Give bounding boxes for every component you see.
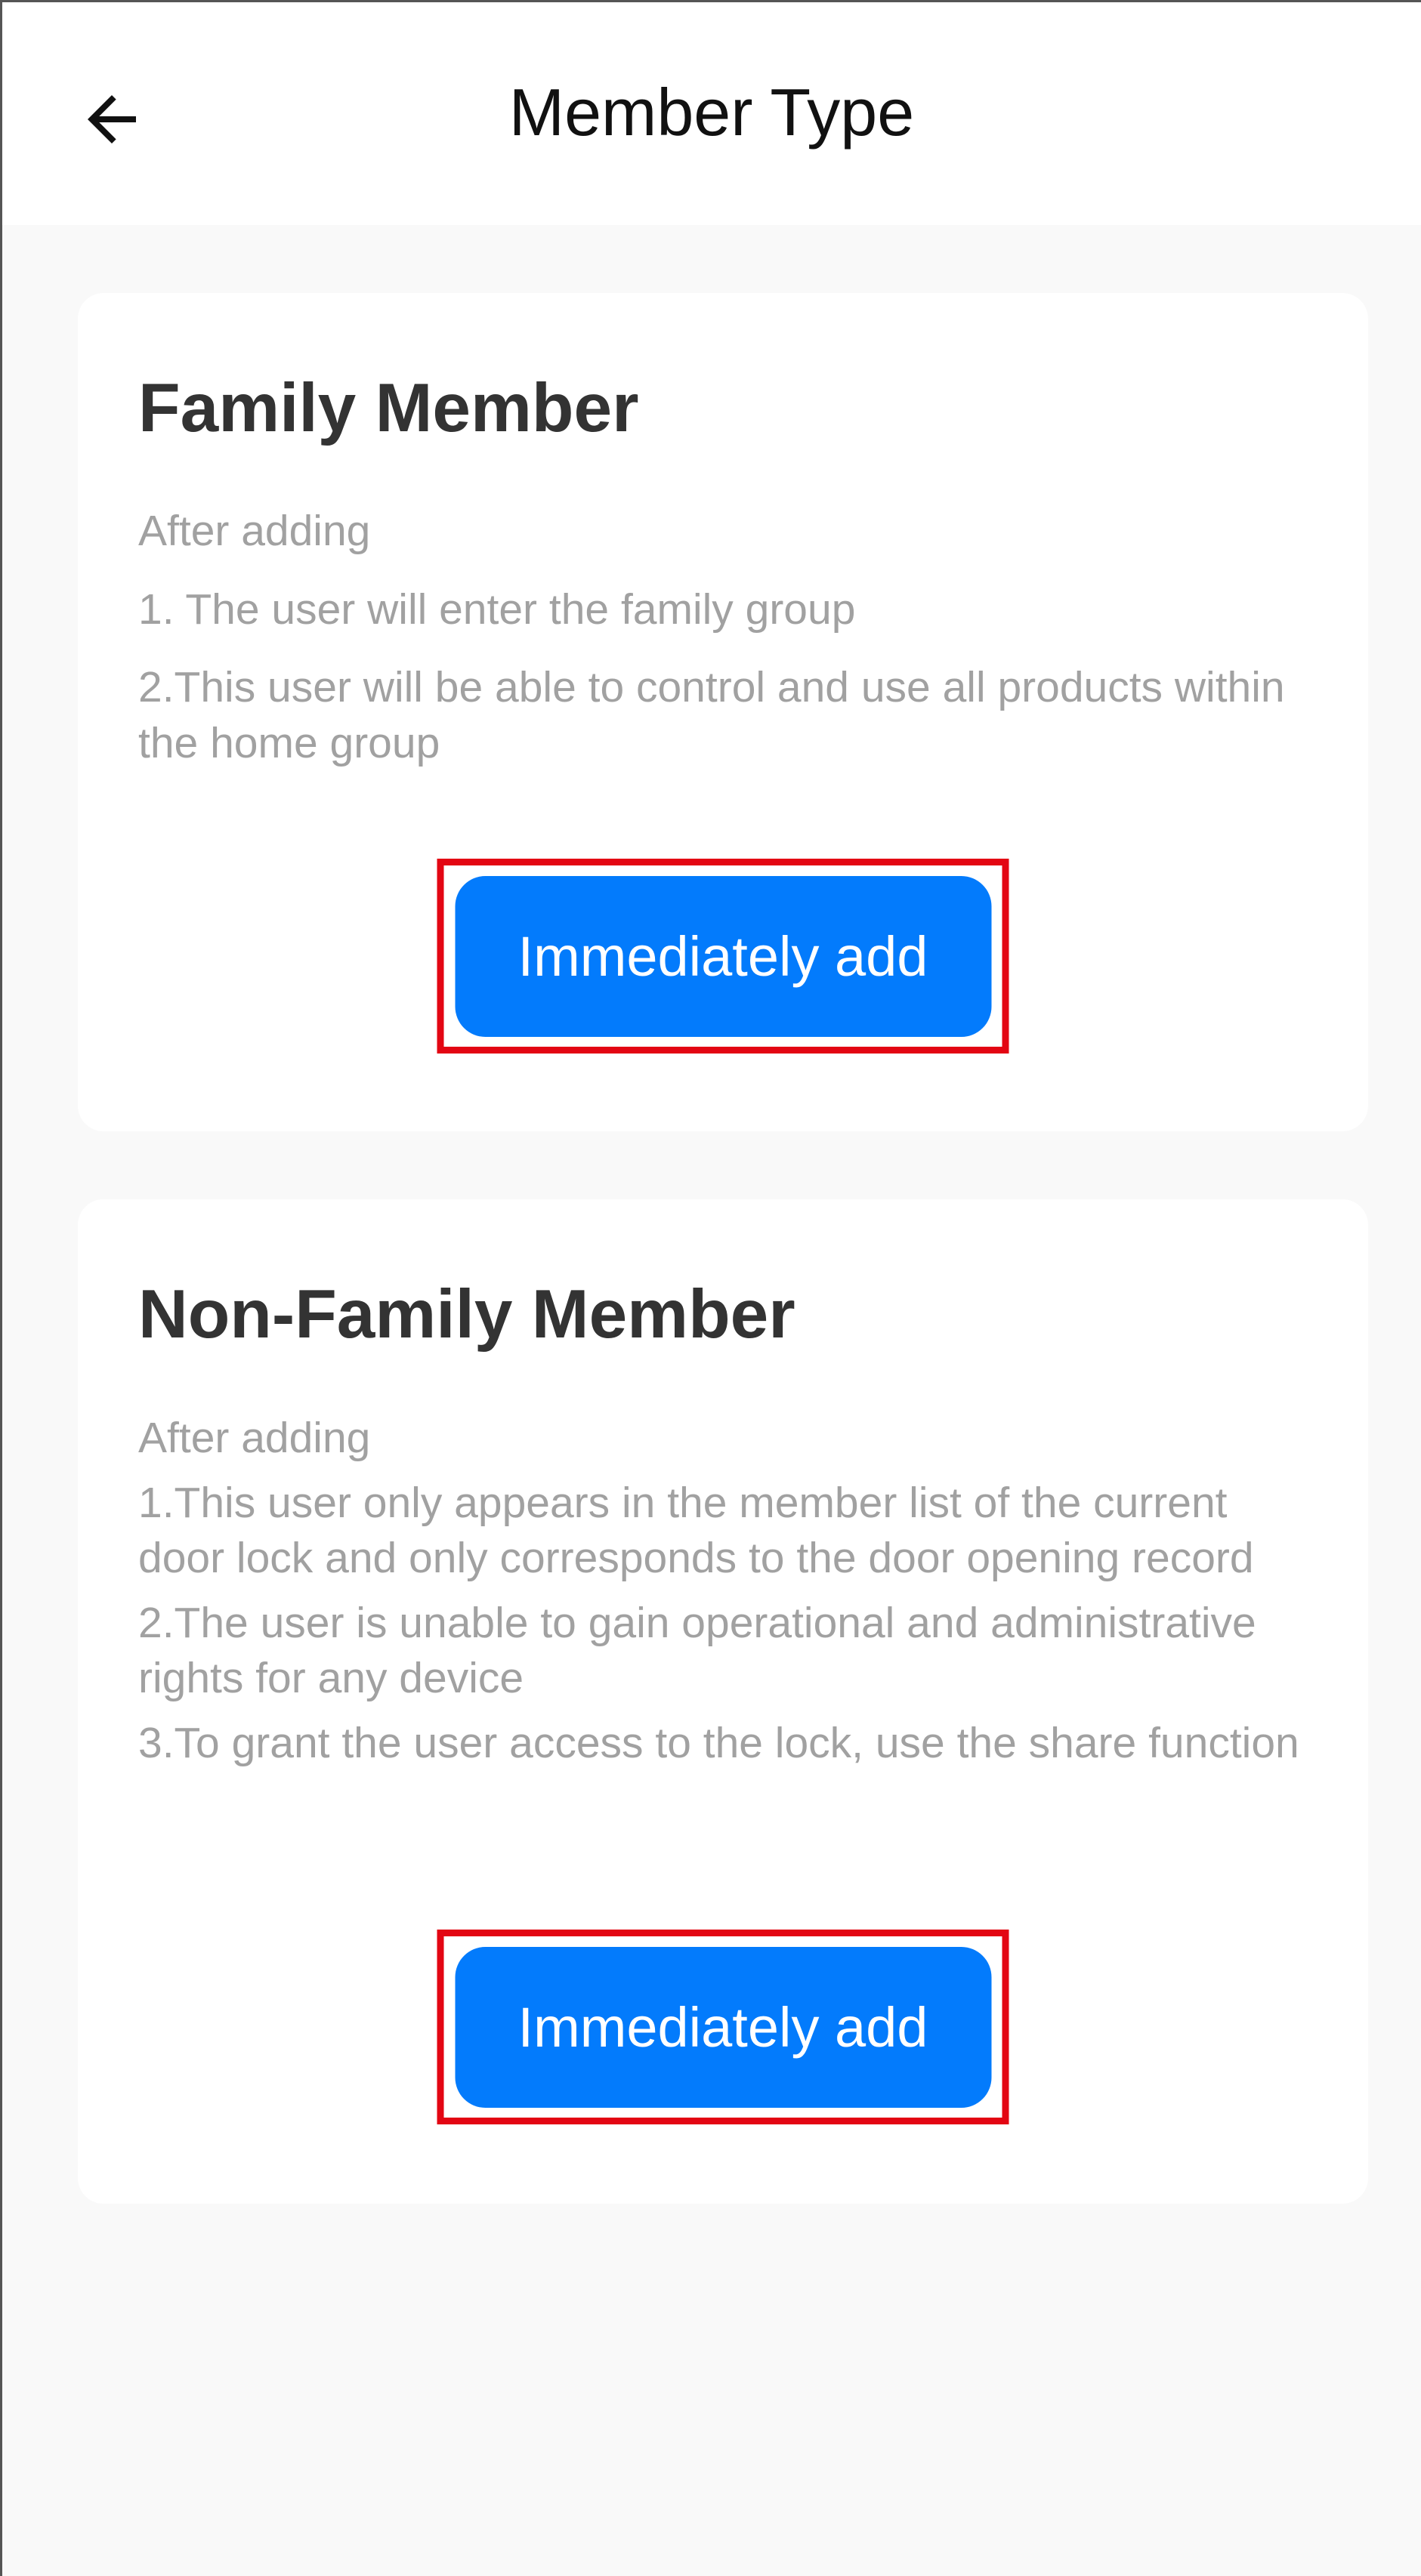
non-family-member-title: Non-Family Member xyxy=(138,1276,795,1353)
family-member-title: Family Member xyxy=(138,370,639,446)
non-family-member-card: Non-Family Member After adding 1.This us… xyxy=(78,1199,1368,2204)
family-member-card: Family Member After adding 1. The user w… xyxy=(78,293,1368,1131)
highlight-box: Immediately add xyxy=(437,859,1009,1054)
add-non-family-member-button[interactable]: Immediately add xyxy=(455,1946,991,2108)
top-app-bar: Member Type xyxy=(2,2,1421,225)
non-family-member-rule-1: 1.This user only appears in the member l… xyxy=(138,1478,1254,1583)
family-member-rule-2: 2.This user will be able to control and … xyxy=(138,663,1285,767)
highlight-box: Immediately add xyxy=(437,1930,1009,2124)
non-family-member-rule-3: 3.To grant the user access to the lock, … xyxy=(138,1718,1299,1767)
non-family-member-intro: After adding xyxy=(138,1414,371,1463)
page-title: Member Type xyxy=(508,75,915,150)
member-type-screen: Member Type Family Member After adding 1… xyxy=(0,0,1421,2576)
non-family-member-rule-2: 2.The user is unable to gain operational… xyxy=(138,1598,1256,1703)
family-member-intro: After adding xyxy=(138,507,371,556)
add-family-member-button[interactable]: Immediately add xyxy=(455,875,991,1037)
family-member-rule-1: 1. The user will enter the family group xyxy=(138,585,856,634)
